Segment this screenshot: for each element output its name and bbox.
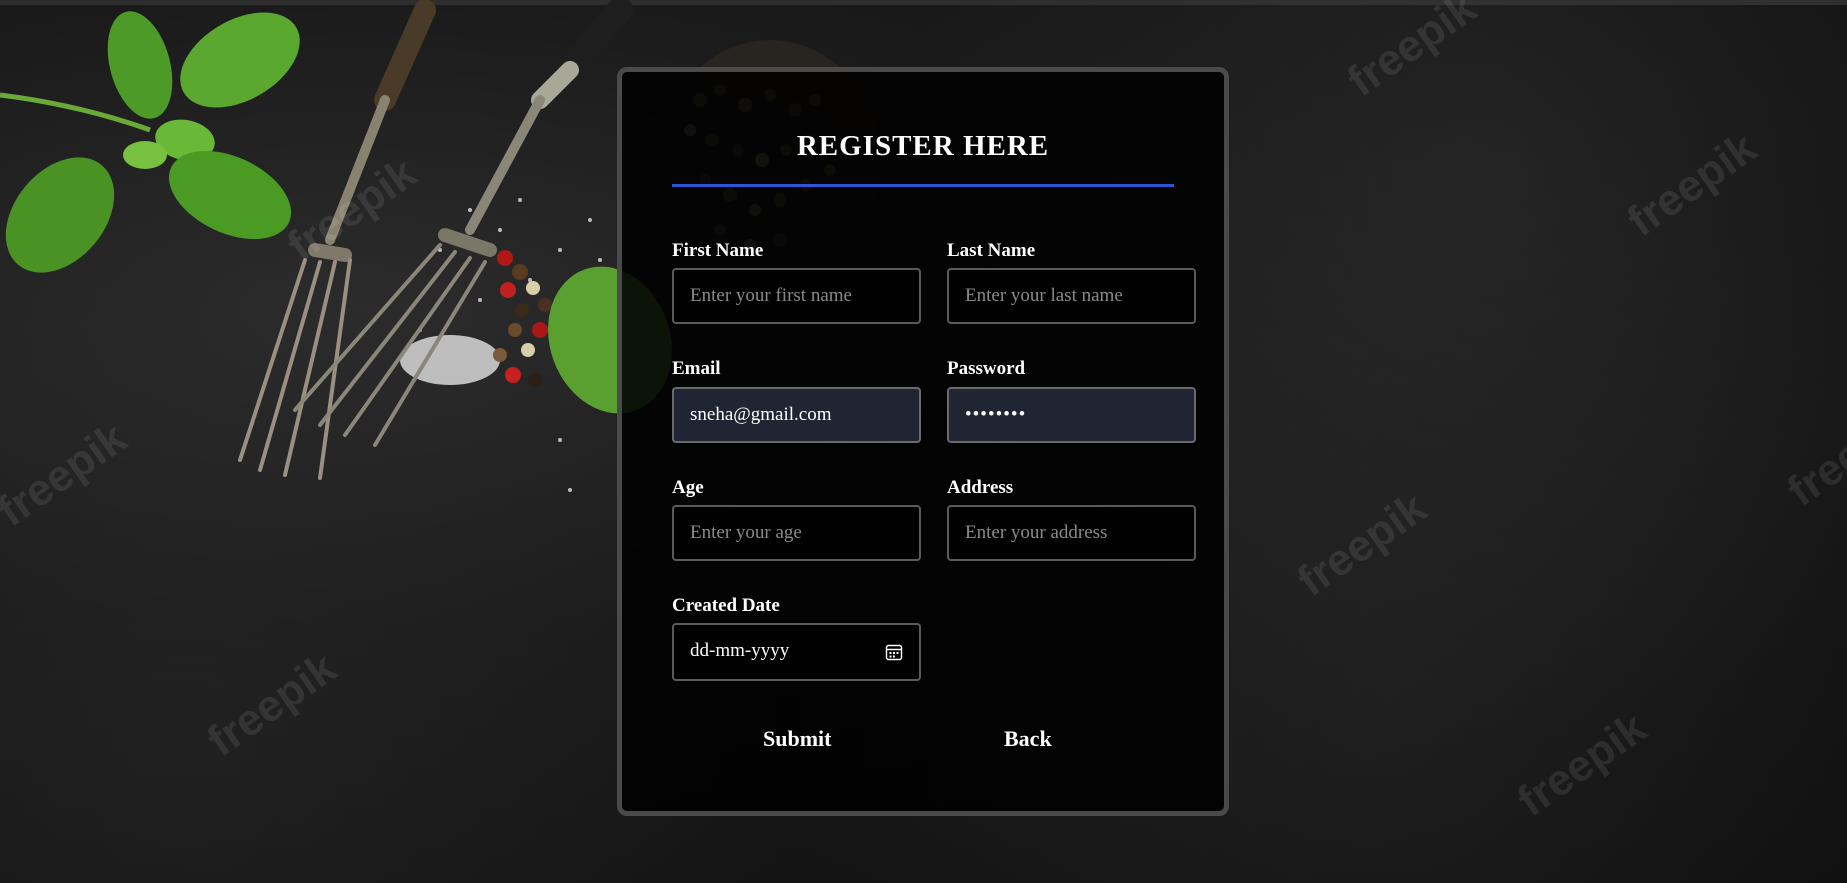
email-label: Email <box>672 358 721 379</box>
password-input[interactable]: •••••••• <box>947 387 1196 443</box>
created-date-input[interactable]: dd-mm-yyyy <box>672 623 921 681</box>
password-label: Password <box>947 358 1026 379</box>
page: freepik freepik freepik freepik freepik … <box>0 0 1847 883</box>
submit-button[interactable]: Submit <box>757 725 837 753</box>
mixed-peppercorns <box>493 250 552 387</box>
first-name-label: First Name <box>672 240 764 261</box>
calendar-icon[interactable] <box>885 643 903 661</box>
last-name-input[interactable]: Enter your last name <box>947 268 1196 324</box>
address-input[interactable]: Enter your address <box>947 505 1196 561</box>
back-button[interactable]: Back <box>998 725 1058 753</box>
address-label: Address <box>947 477 1014 498</box>
age-input[interactable]: Enter your age <box>672 505 921 561</box>
title-underline <box>672 184 1174 187</box>
created-date-label: Created Date <box>672 595 780 616</box>
last-name-label: Last Name <box>947 240 1036 261</box>
age-label: Age <box>672 477 704 498</box>
register-form-card: REGISTER HERE First Name Enter your firs… <box>617 67 1229 816</box>
first-name-input[interactable]: Enter your first name <box>672 268 921 324</box>
form-title: REGISTER HERE <box>796 130 1050 162</box>
email-input[interactable]: sneha@gmail.com <box>672 387 921 443</box>
created-date-placeholder: dd-mm-yyyy <box>690 640 790 661</box>
